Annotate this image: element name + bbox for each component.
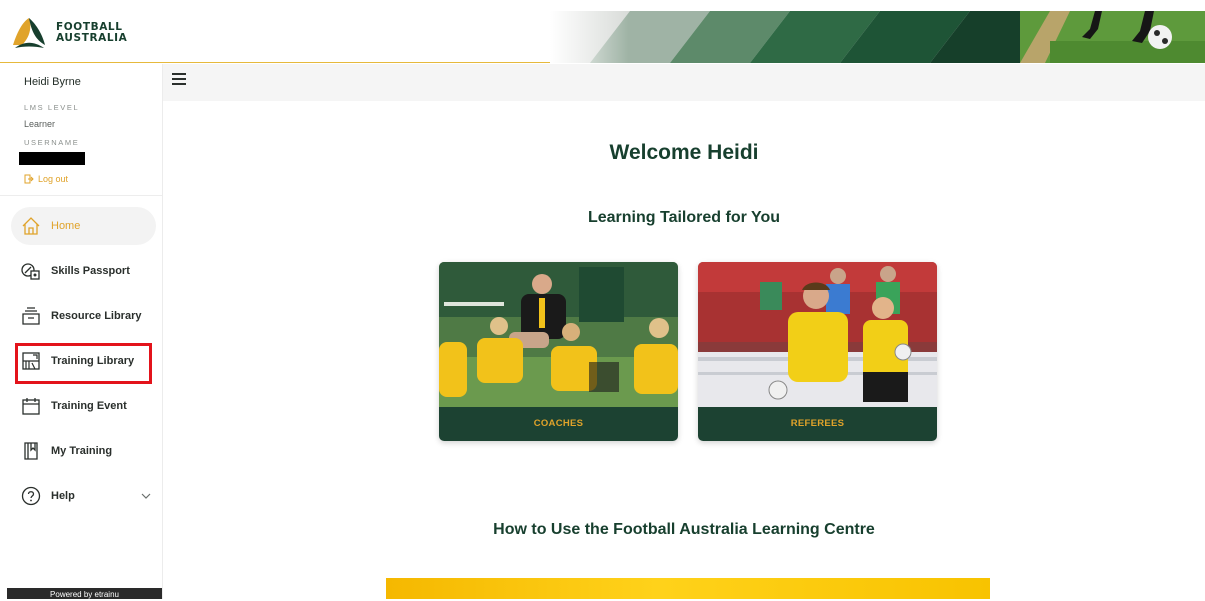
sidebar-item-home[interactable]: Home (11, 207, 156, 245)
sidebar: Heidi Byrne LMS LEVEL Learner USERNAME L… (0, 64, 163, 599)
how-to-video-thumbnail[interactable] (386, 578, 990, 599)
sidebar-item-training-library[interactable]: Training Library (11, 342, 156, 380)
redacted-username (19, 152, 85, 165)
powered-by-footer[interactable]: Powered by etrainu (7, 588, 162, 599)
football-australia-logo[interactable]: FOOTBALL AUSTRALIA (10, 15, 127, 51)
sidebar-item-label: Training Event (51, 400, 127, 412)
sidebar-item-label: Training Library (51, 355, 135, 367)
lms-level-label: LMS LEVEL (24, 103, 80, 112)
skills-passport-icon (21, 263, 40, 280)
logout-label: Log out (38, 174, 69, 184)
logo-wordmark: FOOTBALL AUSTRALIA (56, 22, 127, 44)
calendar-icon (22, 398, 40, 415)
coaches-card[interactable]: COACHES (439, 262, 678, 441)
sidebar-item-help[interactable]: Help (11, 477, 156, 515)
referees-label: REFEREES (698, 407, 937, 441)
header-banner-image (550, 11, 1205, 63)
resource-library-icon (22, 307, 40, 325)
welcome-heading: Welcome Heidi (609, 141, 759, 164)
tailored-heading: Learning Tailored for You (587, 209, 780, 226)
sidebar-item-label: Home (51, 220, 81, 232)
how-to-heading: How to Use the Football Australia Learni… (493, 521, 875, 538)
referees-card[interactable]: REFEREES (698, 262, 937, 441)
logout-link[interactable]: Log out (24, 174, 68, 184)
book-icon (24, 442, 38, 460)
chevron-down-icon[interactable] (140, 490, 152, 502)
logo-line-2: AUSTRALIA (56, 32, 128, 44)
sidebar-item-my-training[interactable]: My Training (11, 432, 156, 470)
username-label: USERNAME (24, 138, 80, 147)
sidebar-item-skills-passport[interactable]: Skills Passport (11, 252, 156, 290)
football-australia-logo-icon (13, 18, 45, 48)
help-icon (21, 486, 41, 506)
referees-photo (698, 262, 937, 407)
sidebar-item-training-event[interactable]: Training Event (11, 387, 156, 425)
sidebar-item-resource-library[interactable]: Resource Library (11, 297, 156, 335)
sidebar-item-label: Resource Library (51, 310, 142, 322)
content-topbar (163, 64, 1205, 101)
sidebar-item-label: Skills Passport (51, 265, 130, 277)
user-name: Heidi Byrne (24, 76, 81, 88)
site-header: FOOTBALL AUSTRALIA (0, 0, 1205, 63)
sidebar-divider (0, 195, 162, 196)
training-library-icon (22, 352, 40, 370)
home-icon (22, 217, 40, 235)
coaches-photo (439, 262, 678, 407)
menu-toggle-icon[interactable] (172, 73, 188, 89)
lms-level-value: Learner (24, 119, 56, 129)
coaches-label: COACHES (439, 407, 678, 441)
logout-icon (24, 174, 34, 184)
sidebar-item-label: Help (51, 490, 75, 502)
sidebar-item-label: My Training (51, 445, 113, 457)
